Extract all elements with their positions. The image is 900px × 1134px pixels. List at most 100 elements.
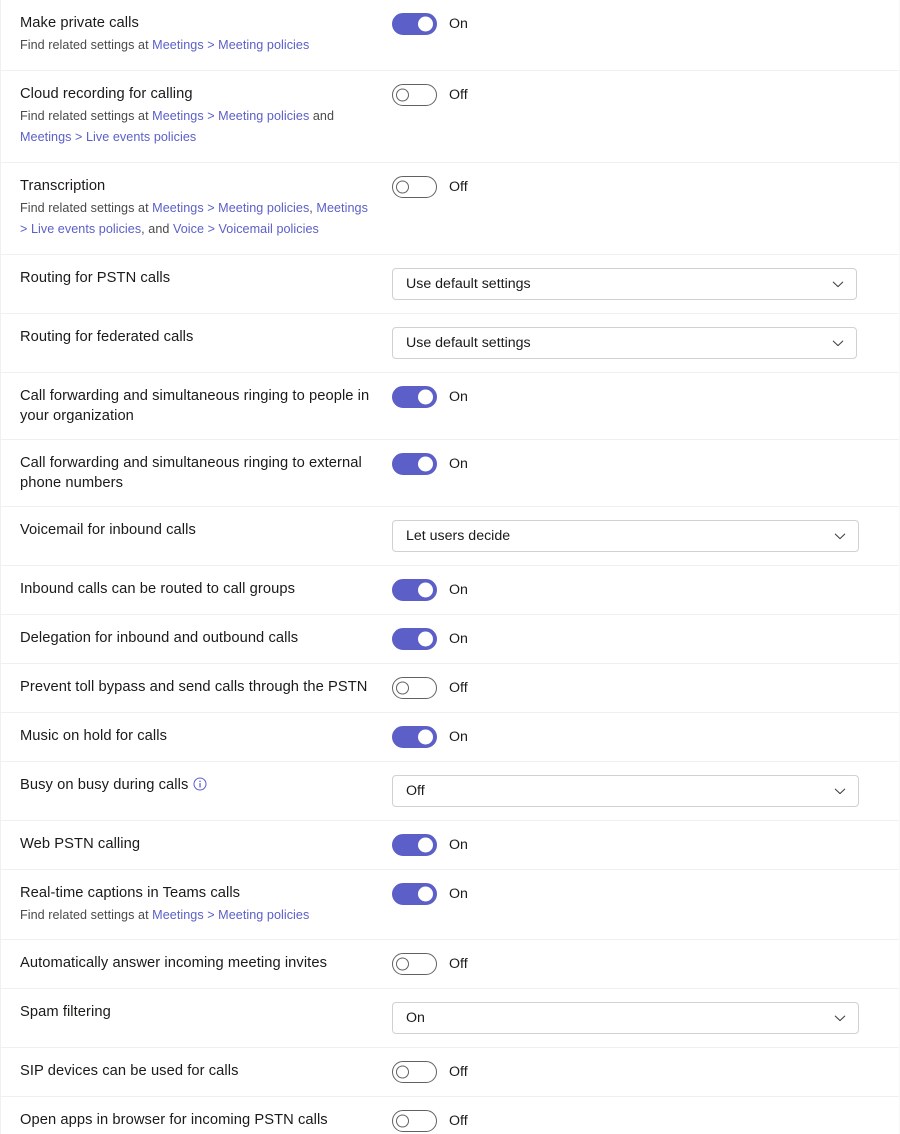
toggle-state-label: Off bbox=[449, 1111, 468, 1131]
setting-title: Automatically answer incoming meeting in… bbox=[20, 953, 374, 973]
setting-row: Automatically answer incoming meeting in… bbox=[1, 940, 899, 989]
toggle-control: On bbox=[392, 834, 468, 856]
setting-row: Delegation for inbound and outbound call… bbox=[1, 615, 899, 664]
dropdown-selected-value: Use default settings bbox=[406, 333, 531, 353]
setting-control-column: Off bbox=[392, 71, 881, 119]
setting-control-column: Off bbox=[392, 1048, 881, 1096]
description-conjunction: , and bbox=[141, 222, 173, 236]
setting-title: Inbound calls can be routed to call grou… bbox=[20, 579, 374, 599]
setting-label-column: Prevent toll bypass and send calls throu… bbox=[20, 664, 392, 710]
row-description: Find related settings at Meetings > Meet… bbox=[20, 35, 374, 57]
setting-dropdown[interactable]: On bbox=[392, 1002, 859, 1034]
setting-toggle[interactable] bbox=[392, 453, 437, 475]
setting-control-column: On bbox=[392, 373, 881, 421]
setting-toggle[interactable] bbox=[392, 726, 437, 748]
toggle-knob bbox=[396, 88, 409, 101]
info-circle-icon[interactable] bbox=[193, 777, 207, 791]
setting-toggle[interactable] bbox=[392, 953, 437, 975]
setting-label-column: Cloud recording for callingFind related … bbox=[20, 71, 392, 162]
description-conjunction: and bbox=[309, 109, 334, 123]
toggle-state-label: On bbox=[449, 884, 468, 904]
toggle-knob bbox=[418, 886, 433, 901]
toggle-state-label: On bbox=[449, 629, 468, 649]
setting-title: Cloud recording for calling bbox=[20, 84, 374, 104]
setting-title: Make private calls bbox=[20, 13, 374, 33]
setting-label-column: Call forwarding and simultaneous ringing… bbox=[20, 373, 392, 439]
dropdown-selected-value: Use default settings bbox=[406, 274, 531, 294]
toggle-knob bbox=[418, 389, 433, 404]
setting-label-column: Voicemail for inbound calls bbox=[20, 507, 392, 553]
setting-toggle[interactable] bbox=[392, 1110, 437, 1132]
row-description-prefix: Find related settings at bbox=[20, 109, 152, 123]
setting-toggle[interactable] bbox=[392, 677, 437, 699]
related-settings-link[interactable]: Meetings > Meeting policies bbox=[152, 38, 309, 52]
row-description: Find related settings at Meetings > Meet… bbox=[20, 106, 374, 149]
setting-row: Make private callsFind related settings … bbox=[1, 0, 899, 71]
chevron-down-icon[interactable] bbox=[832, 337, 844, 349]
setting-title: Music on hold for calls bbox=[20, 726, 374, 746]
toggle-knob bbox=[418, 456, 433, 471]
setting-label-column: Call forwarding and simultaneous ringing… bbox=[20, 440, 392, 506]
chevron-down-icon[interactable] bbox=[834, 530, 846, 542]
toggle-control: Off bbox=[392, 953, 468, 975]
setting-label-column: Spam filtering bbox=[20, 989, 392, 1035]
setting-control-column: On bbox=[392, 870, 881, 918]
setting-title: Routing for PSTN calls bbox=[20, 268, 374, 288]
toggle-control: Off bbox=[392, 176, 468, 198]
setting-toggle[interactable] bbox=[392, 386, 437, 408]
setting-row: Call forwarding and simultaneous ringing… bbox=[1, 373, 899, 440]
setting-toggle[interactable] bbox=[392, 176, 437, 198]
setting-toggle[interactable] bbox=[392, 13, 437, 35]
setting-dropdown[interactable]: Use default settings bbox=[392, 268, 857, 300]
setting-control-column: On bbox=[392, 0, 881, 48]
row-description: Find related settings at Meetings > Meet… bbox=[20, 905, 374, 927]
setting-label-column: Routing for federated calls bbox=[20, 314, 392, 360]
setting-control-column: Off bbox=[392, 163, 881, 211]
toggle-control: Off bbox=[392, 1061, 468, 1083]
toggle-state-label: On bbox=[449, 727, 468, 747]
related-settings-link[interactable]: Meetings > Live events policies bbox=[20, 130, 196, 144]
setting-label-column: Make private callsFind related settings … bbox=[20, 0, 392, 70]
setting-toggle[interactable] bbox=[392, 834, 437, 856]
setting-toggle[interactable] bbox=[392, 628, 437, 650]
setting-row: Real-time captions in Teams callsFind re… bbox=[1, 870, 899, 941]
setting-dropdown[interactable]: Use default settings bbox=[392, 327, 857, 359]
toggle-state-label: On bbox=[449, 387, 468, 407]
setting-title: Busy on busy during calls bbox=[20, 775, 374, 795]
setting-row: SIP devices can be used for calls Off bbox=[1, 1048, 899, 1097]
setting-dropdown[interactable]: Let users decide bbox=[392, 520, 859, 552]
chevron-down-icon[interactable] bbox=[832, 278, 844, 290]
row-description-prefix: Find related settings at bbox=[20, 38, 152, 52]
setting-control-column: Off bbox=[392, 762, 881, 820]
setting-label-column: Web PSTN calling bbox=[20, 821, 392, 867]
setting-label-column: Delegation for inbound and outbound call… bbox=[20, 615, 392, 661]
toggle-knob bbox=[418, 17, 433, 32]
setting-control-column: On bbox=[392, 615, 881, 663]
setting-toggle[interactable] bbox=[392, 883, 437, 905]
setting-row: Busy on busy during calls Off bbox=[1, 762, 899, 821]
setting-toggle[interactable] bbox=[392, 1061, 437, 1083]
dropdown-selected-value: Off bbox=[406, 781, 425, 801]
setting-toggle[interactable] bbox=[392, 84, 437, 106]
setting-title: Prevent toll bypass and send calls throu… bbox=[20, 677, 374, 697]
toggle-control: On bbox=[392, 579, 468, 601]
setting-label-column: Real-time captions in Teams callsFind re… bbox=[20, 870, 392, 940]
toggle-knob bbox=[396, 1066, 409, 1079]
setting-dropdown[interactable]: Off bbox=[392, 775, 859, 807]
setting-title: Transcription bbox=[20, 176, 374, 196]
toggle-control: On bbox=[392, 726, 468, 748]
setting-toggle[interactable] bbox=[392, 579, 437, 601]
setting-row: TranscriptionFind related settings at Me… bbox=[1, 163, 899, 255]
related-settings-link[interactable]: Meetings > Meeting policies bbox=[152, 908, 309, 922]
setting-row: Prevent toll bypass and send calls throu… bbox=[1, 664, 899, 713]
toggle-state-label: Off bbox=[449, 1062, 468, 1082]
chevron-down-icon[interactable] bbox=[834, 785, 846, 797]
chevron-down-icon[interactable] bbox=[834, 1012, 846, 1024]
related-settings-link[interactable]: Meetings > Meeting policies bbox=[152, 201, 309, 215]
setting-row: Web PSTN callingOn bbox=[1, 821, 899, 870]
related-settings-link[interactable]: Voice > Voicemail policies bbox=[173, 222, 319, 236]
related-settings-link[interactable]: Meetings > Meeting policies bbox=[152, 109, 309, 123]
setting-label-column: SIP devices can be used for calls bbox=[20, 1048, 392, 1094]
setting-label-column: Routing for PSTN calls bbox=[20, 255, 392, 301]
dropdown-selected-value: Let users decide bbox=[406, 526, 510, 546]
